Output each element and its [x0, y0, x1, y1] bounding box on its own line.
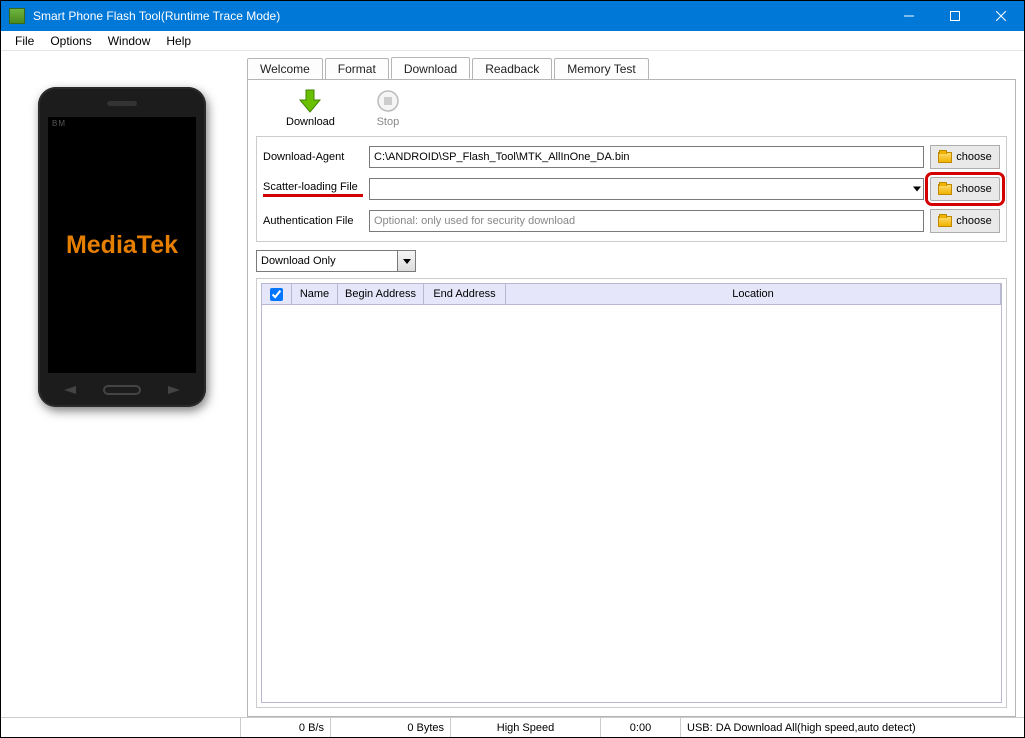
- tab-memory-test[interactable]: Memory Test: [554, 58, 648, 80]
- select-all-checkbox[interactable]: [270, 288, 283, 301]
- column-end-address[interactable]: End Address: [424, 284, 506, 304]
- status-time: 0:00: [601, 718, 681, 737]
- column-begin-address[interactable]: Begin Address: [338, 284, 424, 304]
- authentication-file-choose-button[interactable]: choose: [930, 209, 1000, 233]
- status-speed: 0 B/s: [241, 718, 331, 737]
- download-arrow-icon: [297, 88, 323, 114]
- statusbar: 0 B/s 0 Bytes High Speed 0:00 USB: DA Do…: [1, 717, 1024, 737]
- phone-panel: BM MediaTek: [7, 57, 237, 717]
- stop-label: Stop: [377, 116, 400, 128]
- menu-file[interactable]: File: [7, 32, 42, 50]
- download-agent-row: Download-Agent choose: [263, 145, 1000, 169]
- download-agent-label: Download-Agent: [263, 151, 363, 163]
- stop-icon: [375, 88, 401, 114]
- download-mode-value: Download Only: [259, 255, 397, 267]
- download-mode-select[interactable]: Download Only: [256, 250, 416, 272]
- folder-icon: [938, 184, 952, 195]
- maximize-icon: [950, 11, 960, 21]
- tab-welcome[interactable]: Welcome: [247, 58, 323, 80]
- toolbar: Download Stop: [256, 86, 1007, 134]
- close-button[interactable]: [978, 1, 1024, 31]
- stop-button[interactable]: Stop: [375, 88, 401, 128]
- mediatek-logo-text: MediaTek: [66, 231, 178, 260]
- app-icon: [9, 8, 25, 24]
- partition-table-body: [261, 305, 1002, 703]
- phone-illustration: BM MediaTek: [38, 87, 206, 407]
- partition-table-header: Name Begin Address End Address Location: [261, 283, 1002, 305]
- window-title: Smart Phone Flash Tool(Runtime Trace Mod…: [33, 9, 886, 23]
- phone-bm-label: BM: [52, 119, 66, 128]
- phone-speaker: [107, 101, 137, 106]
- status-bytes: 0 Bytes: [331, 718, 451, 737]
- chevron-down-icon: [397, 251, 415, 271]
- scatter-file-label: Scatter-loading File: [263, 181, 363, 197]
- scatter-file-row: Scatter-loading File choose: [263, 177, 1000, 201]
- choose-label: choose: [956, 151, 991, 163]
- scatter-file-input[interactable]: [369, 178, 924, 200]
- download-agent-choose-button[interactable]: choose: [930, 145, 1000, 169]
- menubar: File Options Window Help: [1, 31, 1024, 51]
- menu-options[interactable]: Options: [42, 32, 99, 50]
- column-name[interactable]: Name: [292, 284, 338, 304]
- authentication-file-row: Authentication File choose: [263, 209, 1000, 233]
- tab-readback[interactable]: Readback: [472, 58, 552, 80]
- choose-label: choose: [956, 183, 991, 195]
- maximize-button[interactable]: [932, 1, 978, 31]
- tab-download[interactable]: Download: [391, 57, 470, 79]
- status-usb: USB: DA Download All(high speed,auto det…: [681, 718, 1024, 737]
- minimize-icon: [904, 11, 914, 21]
- status-progress: [1, 718, 241, 737]
- tab-body: Download Stop Download-Agent: [247, 79, 1016, 717]
- scatter-file-choose-button[interactable]: choose: [930, 177, 1000, 201]
- status-mode: High Speed: [451, 718, 601, 737]
- folder-icon: [938, 216, 952, 227]
- column-checkbox[interactable]: [262, 284, 292, 304]
- download-mode-row: Download Only: [256, 250, 1007, 272]
- phone-home-icon: [103, 385, 141, 395]
- titlebar: Smart Phone Flash Tool(Runtime Trace Mod…: [1, 1, 1024, 31]
- phone-menu-icon: [168, 386, 180, 394]
- close-icon: [996, 11, 1006, 21]
- phone-back-icon: [64, 386, 76, 394]
- column-location[interactable]: Location: [506, 284, 1001, 304]
- authentication-file-label: Authentication File: [263, 215, 363, 227]
- download-label: Download: [286, 116, 335, 128]
- download-button[interactable]: Download: [286, 88, 335, 128]
- menu-help[interactable]: Help: [158, 32, 199, 50]
- folder-icon: [938, 152, 952, 163]
- phone-screen: MediaTek: [48, 117, 196, 373]
- menu-window[interactable]: Window: [100, 32, 159, 50]
- minimize-button[interactable]: [886, 1, 932, 31]
- download-agent-input[interactable]: [369, 146, 924, 168]
- partition-table-area: Name Begin Address End Address Location: [256, 278, 1007, 708]
- authentication-file-input: [369, 210, 924, 232]
- tab-strip: Welcome Format Download Readback Memory …: [247, 57, 1016, 79]
- file-group: Download-Agent choose Scatter-loading Fi…: [256, 136, 1007, 242]
- tab-format[interactable]: Format: [325, 58, 389, 80]
- choose-label: choose: [956, 215, 991, 227]
